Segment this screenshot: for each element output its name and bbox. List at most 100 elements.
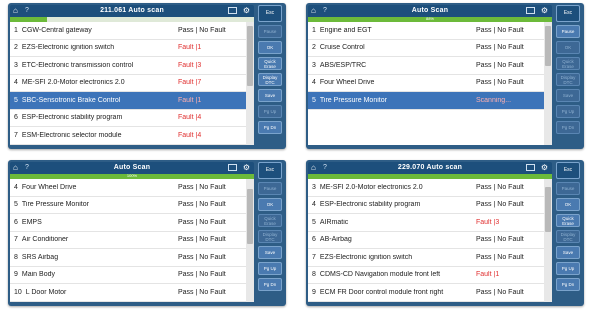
module-name: 6 ESP-Electronic stability program: [10, 114, 178, 121]
module-row[interactable]: 1 Engine and EGT Pass | No Fault: [308, 22, 544, 40]
esc-button[interactable]: Esc: [258, 5, 282, 22]
module-row[interactable]: 7 ESM-Electronic selector module Fault |4: [10, 127, 246, 145]
pg-up-button[interactable]: Pg Up: [556, 105, 580, 118]
module-name-text: ECM FR Door control module front right: [319, 288, 444, 296]
save-button[interactable]: Save: [258, 89, 282, 102]
display-dtc-button[interactable]: Display DTC: [258, 73, 282, 86]
module-name-text: SRS Airbag: [21, 253, 59, 261]
module-row[interactable]: 3 ABS/ESP/TRC Pass | No Fault: [308, 57, 544, 75]
pg-dn-button[interactable]: Pg Dn: [556, 121, 580, 134]
module-number: 4: [14, 79, 18, 87]
module-row[interactable]: 4 ME-SFI 2.0-Motor electronics 2.0 Fault |…: [10, 75, 246, 92]
ok-button[interactable]: OK: [258, 198, 282, 211]
module-result: Pass | No Fault: [476, 183, 524, 191]
pg-up-button[interactable]: Pg Up: [258, 105, 282, 118]
module-row[interactable]: 8 SRS Airbag Pass | No Fault: [10, 249, 246, 267]
quick-erase-button[interactable]: Quick Erase: [556, 57, 580, 70]
list-scrollbar[interactable]: [544, 179, 552, 302]
module-row[interactable]: 6 EMPS Pass | No Fault: [10, 214, 246, 232]
progress-text: 88%: [425, 16, 434, 21]
quick-erase-button[interactable]: Quick Erase: [556, 214, 580, 227]
module-number: 6: [14, 114, 18, 122]
save-button[interactable]: Save: [258, 246, 282, 259]
module-row[interactable]: 2 EZS-Electronic ignition switch Fault |1: [10, 40, 246, 57]
module-name: 4 Four Wheel Drive: [308, 79, 476, 86]
module-row[interactable]: 7 EZS-Electronic ignition switch Pass | No…: [308, 249, 544, 267]
module-row[interactable]: 5 Tire Pressure Monitor Scanning...: [308, 92, 544, 110]
module-result: Pass | No Fault: [178, 271, 226, 279]
quick-erase-button[interactable]: Quick Erase: [258, 57, 282, 70]
module-row[interactable]: 7 Air Conditioner Pass | No Fault: [10, 232, 246, 249]
screen-title: 211.061 Auto scan: [100, 7, 164, 14]
module-row[interactable]: 5 AIRmatic Fault |3: [308, 214, 544, 232]
module-name-text: EZS-Electronic ignition switch: [21, 44, 115, 52]
module-result: Pass | No Fault: [178, 201, 226, 209]
module-number: 5: [312, 96, 316, 104]
scrollbar-thumb[interactable]: [247, 189, 253, 244]
pg-up-button[interactable]: Pg Up: [556, 262, 580, 275]
pg-up-button[interactable]: Pg Up: [258, 262, 282, 275]
module-name: 5 SBC-Sensotronic Brake Control: [10, 97, 178, 104]
module-name-text: Tire Pressure Monitor: [319, 96, 387, 104]
module-row[interactable]: 10 L Door Motor Pass | No Fault: [10, 284, 246, 302]
settings-icon[interactable]: ⚙: [243, 5, 250, 17]
module-number: 1: [312, 26, 316, 34]
esc-button[interactable]: Esc: [556, 162, 580, 179]
ok-button[interactable]: OK: [556, 41, 580, 54]
module-row[interactable]: 4 Four Wheel Drive Pass | No Fault: [10, 179, 246, 197]
list-scrollbar[interactable]: [544, 22, 552, 145]
module-row[interactable]: 5 SBC-Sensotronic Brake Control Fault |1: [10, 92, 246, 110]
module-result: Pass | No Fault: [178, 26, 226, 34]
screenshot-icon[interactable]: [228, 7, 237, 14]
esc-button[interactable]: Esc: [258, 162, 282, 179]
module-row[interactable]: 4 Four Wheel Drive Pass | No Fault: [308, 75, 544, 92]
scrollbar-thumb[interactable]: [545, 187, 551, 232]
pause-button[interactable]: Pause: [556, 25, 580, 38]
display-dtc-button[interactable]: Display DTC: [556, 230, 580, 243]
module-name: 5 AIRmatic: [308, 219, 476, 226]
module-row[interactable]: 3 ETC-Electronic transmission control Faul…: [10, 57, 246, 75]
scrollbar-thumb[interactable]: [545, 26, 551, 66]
side-button-column: Esc Pause OK Quick Erase Display DTC Save Pg U…: [556, 162, 582, 294]
module-result: Pass | No Fault: [476, 79, 524, 87]
module-number: 6: [312, 236, 316, 244]
screenshot-icon[interactable]: [526, 164, 535, 171]
module-row[interactable]: 8 CDMS-CD Navigation module front left Fau…: [308, 267, 544, 284]
module-result: Pass | No Fault: [178, 183, 226, 191]
module-number: 3: [312, 61, 316, 69]
module-name-text: EMPS: [21, 218, 42, 226]
ok-button[interactable]: OK: [556, 198, 580, 211]
module-name: 2 Cruise Control: [308, 44, 476, 51]
pause-button[interactable]: Pause: [556, 182, 580, 195]
module-row[interactable]: 2 Cruise Control Pass | No Fault: [308, 40, 544, 57]
esc-button[interactable]: Esc: [556, 5, 580, 22]
pg-dn-button[interactable]: Pg Dn: [258, 121, 282, 134]
save-button[interactable]: Save: [556, 246, 580, 259]
module-row[interactable]: 1 CGW-Central gateway Pass | No Fault: [10, 22, 246, 40]
display-dtc-button[interactable]: Display DTC: [258, 230, 282, 243]
ok-button[interactable]: OK: [258, 41, 282, 54]
pg-dn-button[interactable]: Pg Dn: [556, 278, 580, 291]
module-name: 9 Main Body: [10, 271, 178, 278]
save-button[interactable]: Save: [556, 89, 580, 102]
module-row[interactable]: 3 ME-SFI 2.0-Motor electronics 2.0 Pass | …: [308, 179, 544, 197]
display-dtc-button[interactable]: Display DTC: [556, 73, 580, 86]
module-name-text: Four Wheel Drive: [21, 183, 77, 191]
pause-button[interactable]: Pause: [258, 182, 282, 195]
module-row[interactable]: 9 ECM FR Door control module front right P…: [308, 284, 544, 302]
pg-dn-button[interactable]: Pg Dn: [258, 278, 282, 291]
module-row[interactable]: 6 ESP-Electronic stability program Fault |…: [10, 110, 246, 127]
module-row[interactable]: 5 Tire Pressure Monitor Pass | No Fault: [10, 197, 246, 214]
module-row[interactable]: 6 AB-Airbag Pass | No Fault: [308, 232, 544, 249]
module-result: Fault |4: [178, 114, 202, 122]
list-scrollbar[interactable]: [246, 179, 254, 302]
pause-button[interactable]: Pause: [258, 25, 282, 38]
screenshot-icon[interactable]: [228, 164, 237, 171]
scrollbar-thumb[interactable]: [247, 26, 253, 86]
screenshot-icon[interactable]: [526, 7, 535, 14]
list-scrollbar[interactable]: [246, 22, 254, 145]
settings-icon[interactable]: ⚙: [541, 162, 548, 174]
quick-erase-button[interactable]: Quick Erase: [258, 214, 282, 227]
module-row[interactable]: 4 ESP-Electronic stability program Pass | …: [308, 197, 544, 214]
module-row[interactable]: 9 Main Body Pass | No Fault: [10, 267, 246, 284]
